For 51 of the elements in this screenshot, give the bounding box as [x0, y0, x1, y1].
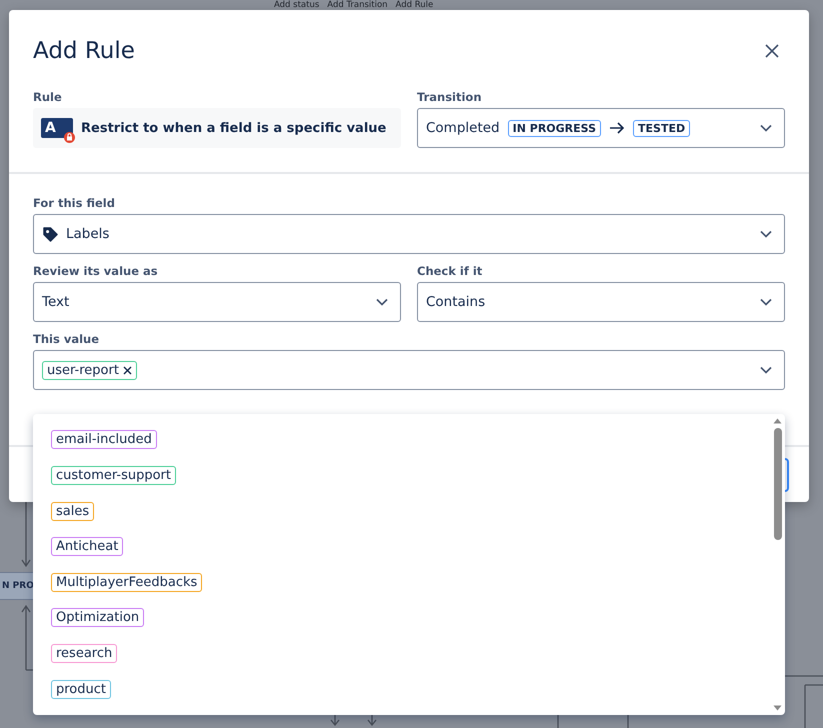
label-option[interactable]: email-included [51, 430, 157, 450]
connector-line [557, 715, 629, 728]
field-label: This value [33, 332, 100, 346]
select-field[interactable]: Text [33, 282, 401, 322]
toolbar-link[interactable]: Add status [274, 0, 320, 10]
chevron-down-icon [760, 366, 772, 374]
arrow-down-icon [367, 715, 377, 726]
field-label: Review its value as [33, 264, 159, 278]
scroll-down-icon [773, 705, 782, 711]
chevron-down-icon [376, 298, 388, 306]
field-label: For this field [33, 196, 116, 210]
close-icon [765, 44, 779, 58]
field-label: Transition [417, 90, 483, 104]
close-icon [122, 366, 132, 374]
tag-icon [42, 226, 58, 242]
transition-name: Completed [426, 120, 500, 136]
field-label: Rule [33, 90, 63, 104]
toolbar-link[interactable]: Add Transition [327, 0, 388, 10]
arrow-right-icon [609, 122, 626, 134]
label-option[interactable]: customer-support [51, 466, 176, 485]
label-option[interactable]: sales [51, 502, 94, 521]
label-option[interactable]: MultiplayerFeedbacks [51, 572, 202, 592]
remove-button[interactable] [122, 366, 132, 374]
transition-select[interactable]: Completed IN PROGRESS TESTED [417, 108, 785, 148]
chevron-down-icon [760, 298, 772, 306]
lock-icon [64, 131, 75, 143]
scroll-up-icon [773, 418, 782, 424]
chevron-down-icon [760, 124, 772, 132]
arrow-down-icon [330, 715, 340, 726]
status-lozenge: TESTED [633, 120, 690, 136]
label-option[interactable]: product [51, 680, 112, 699]
select-value: Text [42, 294, 70, 310]
select-value: Contains [426, 294, 486, 310]
label-option[interactable]: research [51, 644, 118, 664]
scrollbar-thumb[interactable] [774, 428, 782, 540]
field-label: Check if it [417, 264, 484, 278]
field-select[interactable]: Labels [33, 214, 785, 254]
select-value: Labels [66, 226, 110, 242]
status-lozenge: IN PROGRESS [508, 120, 602, 136]
connector-line [785, 675, 823, 728]
label-option[interactable]: Optimization [51, 608, 144, 628]
chevron-down-icon [760, 230, 772, 238]
toolbar-link[interactable]: Add Rule [396, 0, 434, 10]
dialog-title: Add Rule [33, 37, 135, 66]
arrow-down-icon [21, 502, 31, 568]
rule-text: Restrict to when a field is a specific value [81, 120, 386, 136]
multi-select[interactable]: user-report [33, 350, 785, 390]
select-field[interactable]: Contains [417, 282, 785, 322]
selected-tag: user-report [42, 360, 137, 380]
label-option[interactable]: Anticheat [51, 537, 124, 556]
connector-line [21, 604, 33, 671]
